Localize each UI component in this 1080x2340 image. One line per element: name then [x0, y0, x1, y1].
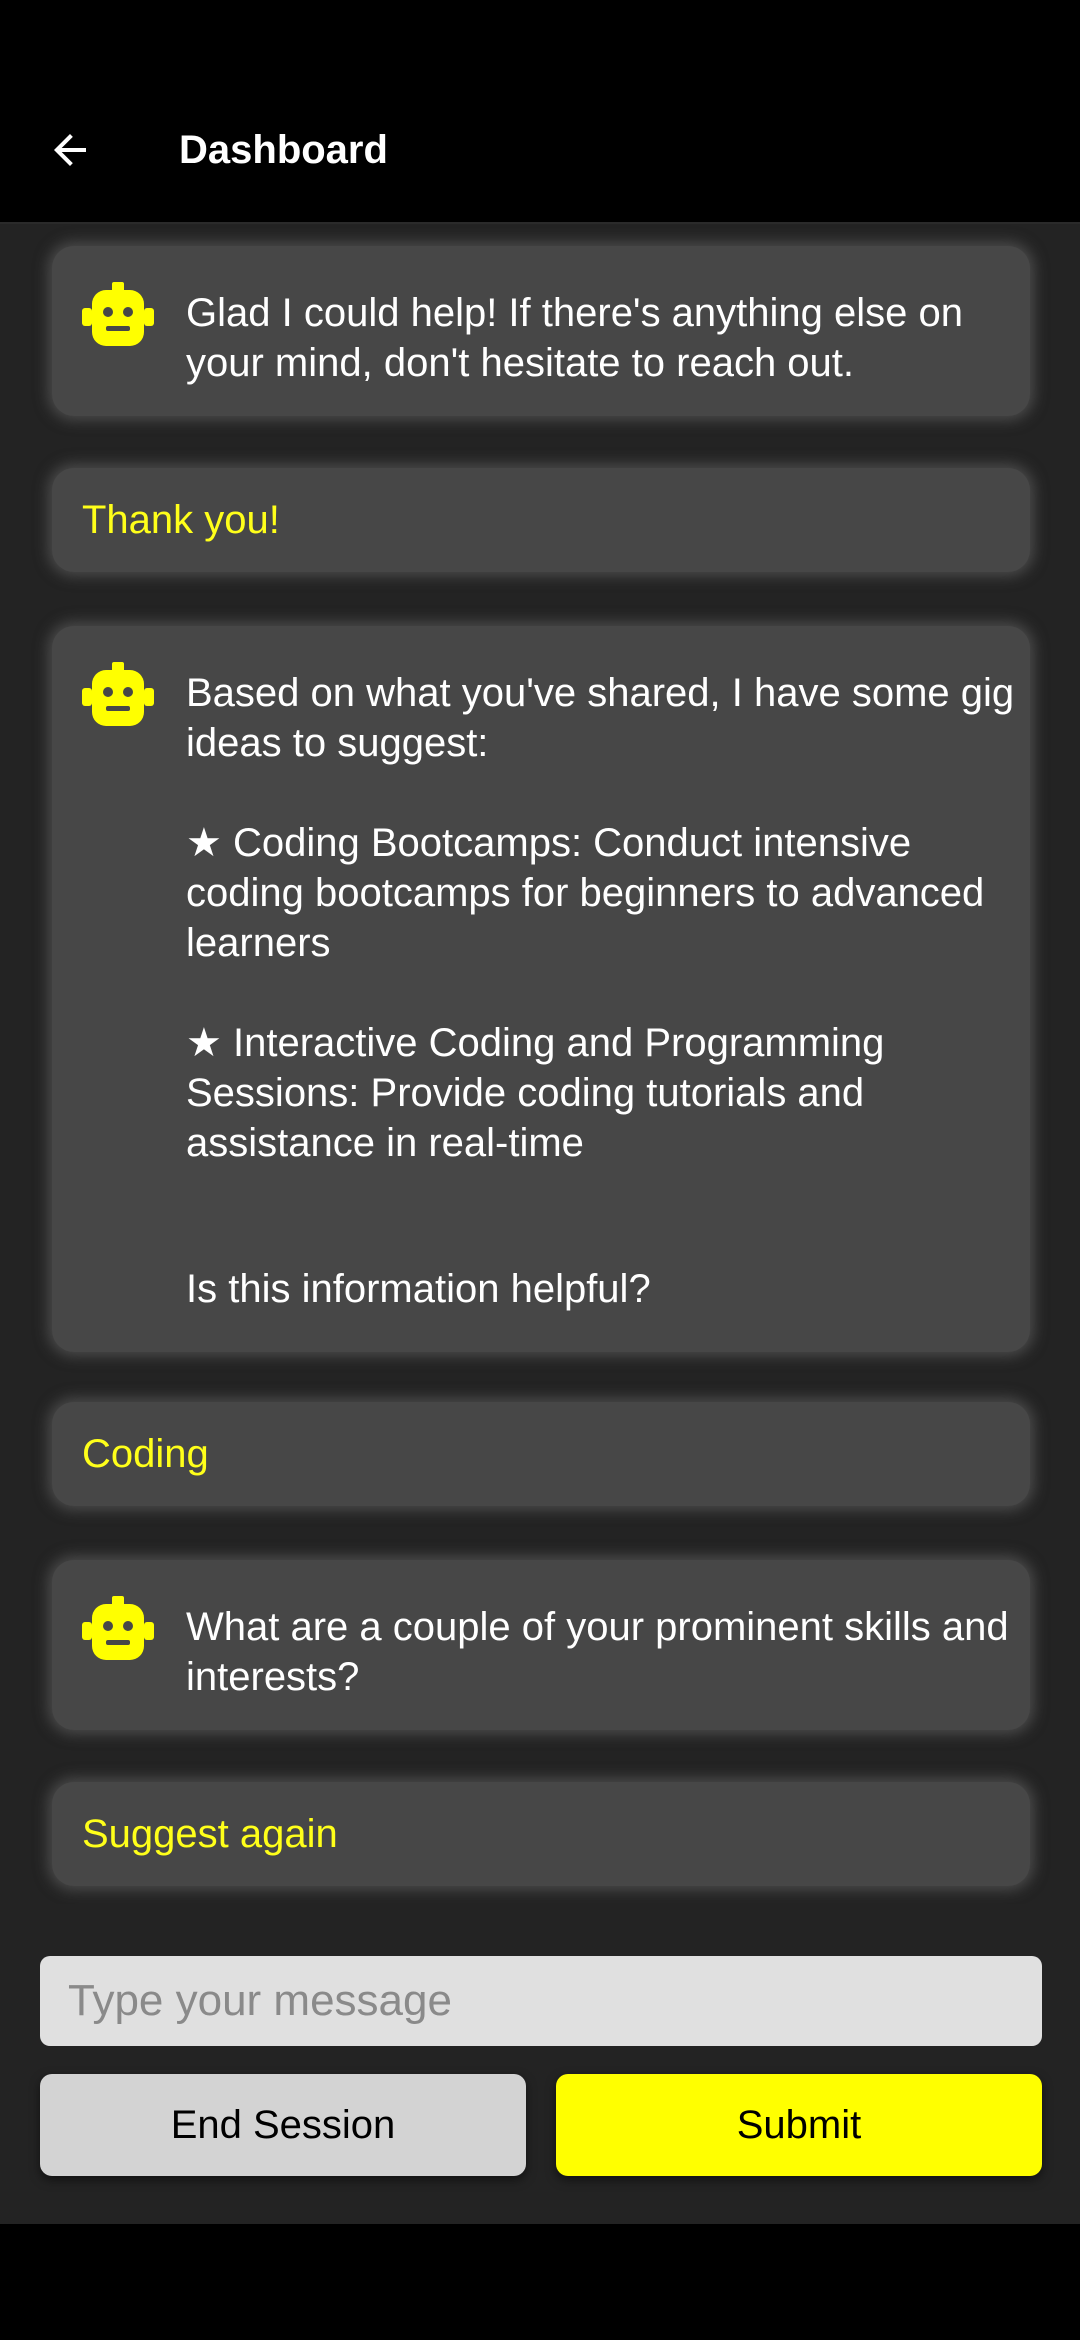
message-paragraph: Is this information helpful? — [186, 1267, 651, 1311]
suggestion-item: ★ Coding Bootcamps: Conduct intensive co… — [186, 821, 985, 965]
user-message-text: Suggest again — [82, 1811, 338, 1856]
bot-message: Glad I could help! If there's anything e… — [52, 246, 1030, 416]
message-input[interactable] — [40, 1956, 1042, 2046]
user-message-text: Coding — [82, 1431, 209, 1476]
bot-message: What are a couple of your prominent skil… — [52, 1560, 1030, 1730]
message-paragraph: Glad I could help! If there's anything e… — [186, 291, 964, 385]
robot-icon — [82, 1596, 154, 1660]
chat-screen: Dashboard Glad I could help! If there's … — [0, 0, 1080, 2340]
system-navigation-bar — [0, 2224, 1080, 2340]
app-bar: Dashboard — [0, 0, 1080, 224]
end-session-button[interactable]: End Session — [40, 2074, 526, 2176]
user-message-text: Thank you! — [82, 497, 280, 542]
back-button[interactable] — [38, 118, 102, 182]
message-paragraph: Based on what you've shared, I have some… — [186, 671, 1015, 765]
bot-message-text: What are a couple of your prominent skil… — [186, 1602, 1016, 1702]
message-paragraph: What are a couple of your prominent skil… — [186, 1605, 1009, 1699]
arrow-left-icon — [54, 134, 86, 166]
message-composer: End Session Submit — [0, 1904, 1080, 2224]
bot-message-text: Based on what you've shared, I have some… — [186, 668, 1016, 1314]
bot-message: Based on what you've shared, I have some… — [52, 626, 1030, 1352]
page-title: Dashboard — [179, 128, 388, 172]
robot-icon — [82, 282, 154, 346]
robot-icon — [82, 662, 154, 726]
suggestion-item: ★ Interactive Coding and Programming Ses… — [186, 1021, 885, 1165]
user-message: Suggest again — [52, 1782, 1030, 1886]
bot-message-text: Glad I could help! If there's anything e… — [186, 288, 1016, 388]
user-message: Coding — [52, 1402, 1030, 1506]
submit-button[interactable]: Submit — [556, 2074, 1042, 2176]
user-message: Thank you! — [52, 468, 1030, 572]
